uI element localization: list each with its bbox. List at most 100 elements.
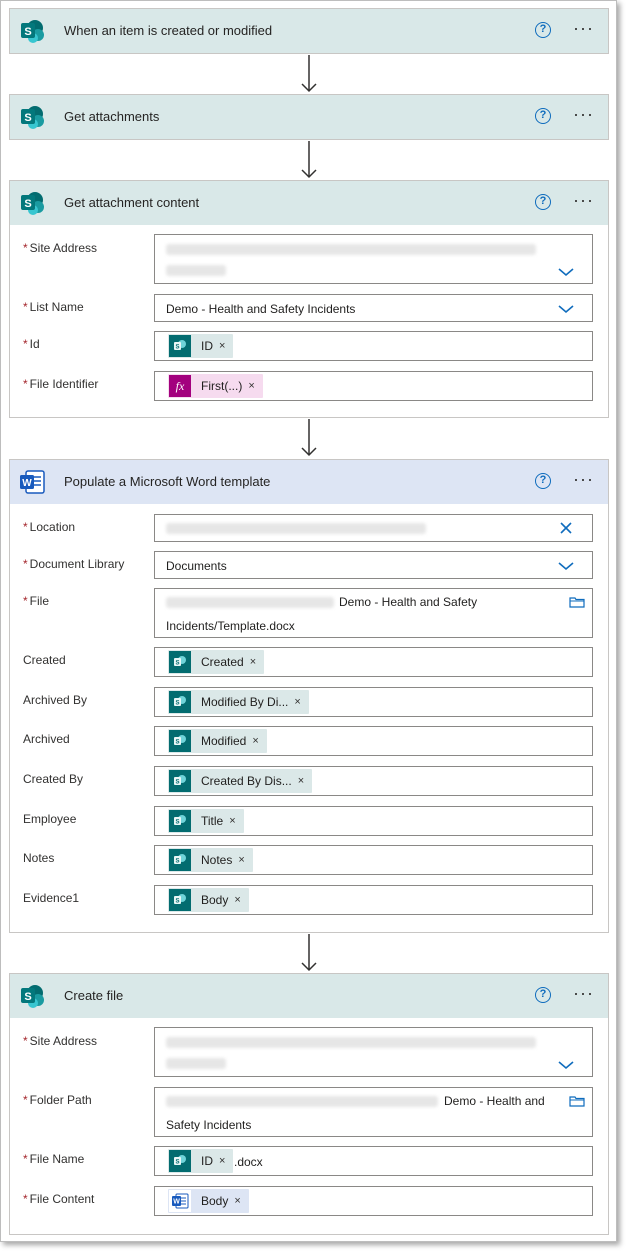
more-options-icon[interactable]: ··· (573, 190, 594, 211)
svg-text:S: S (24, 991, 31, 1003)
dynamic-content-token[interactable]: S ID × (168, 334, 234, 358)
archived-input[interactable]: S Modified × (154, 726, 593, 756)
step-title: Get attachments (64, 109, 160, 124)
folder-path-input[interactable]: Demo - Health and Safety Incidents (154, 1087, 593, 1137)
employee-input[interactable]: S Title × (154, 806, 593, 836)
dynamic-content-token[interactable]: S Notes × (168, 848, 253, 872)
remove-token-icon[interactable]: × (234, 1195, 240, 1207)
id-input[interactable]: S ID × (154, 331, 593, 361)
token-label: Modified (201, 734, 247, 748)
svg-text:S: S (175, 661, 179, 667)
dynamic-content-token[interactable]: S ID × (168, 1149, 234, 1173)
expression-token[interactable]: fx First(...) × (168, 374, 263, 398)
field-label: Notes (23, 851, 55, 865)
created-by-input[interactable]: S Created By Dis... × (154, 766, 593, 796)
notes-input[interactable]: S Notes × (154, 845, 593, 875)
svg-text:S: S (175, 701, 179, 707)
document-library-dropdown[interactable]: Documents (154, 551, 593, 579)
sharepoint-icon: S (21, 20, 44, 43)
sharepoint-icon: S (169, 1150, 191, 1172)
flow-arrow (301, 934, 317, 972)
site-address-dropdown[interactable] (154, 234, 593, 284)
created-input[interactable]: S Created × (154, 647, 593, 677)
step-create-file[interactable]: S Create file ? ··· * Site Address * Folde… (9, 973, 609, 1235)
dynamic-content-token[interactable]: S Created By Dis... × (168, 769, 313, 793)
folder-icon[interactable] (569, 1095, 585, 1107)
remove-token-icon[interactable]: × (238, 854, 244, 866)
step-header[interactable]: S Create file ? ··· (10, 974, 608, 1018)
step-header[interactable]: S Get attachment content ? ··· (10, 181, 608, 225)
step-trigger[interactable]: S When an item is created or modified ? … (9, 8, 609, 54)
field-value: Demo - Health and Safety Incidents (166, 302, 356, 316)
fx-icon: fx (169, 375, 191, 397)
token-label: Body (201, 1194, 229, 1208)
step-get-attachment-content[interactable]: S Get attachment content ? ··· * Site Add… (9, 180, 609, 418)
dynamic-content-token[interactable]: S Created × (168, 650, 265, 674)
step-header[interactable]: S When an item is created or modified ? … (10, 9, 608, 53)
remove-token-icon[interactable]: × (252, 735, 258, 747)
evidence1-input[interactable]: S Body × (154, 885, 593, 915)
token-label: ID (201, 339, 213, 353)
token-label: Title (201, 814, 224, 828)
remove-token-icon[interactable]: × (248, 380, 254, 392)
step-get-attachments[interactable]: S Get attachments ? ··· (9, 94, 609, 140)
remove-token-icon[interactable]: × (234, 894, 240, 906)
help-icon[interactable]: ? (535, 194, 551, 210)
list-name-dropdown[interactable]: Demo - Health and Safety Incidents (154, 294, 593, 322)
flow-arrow (301, 55, 317, 93)
required-mark: * (23, 557, 28, 571)
field-label: Id (29, 337, 40, 351)
file-identifier-input[interactable]: fx First(...) × (154, 371, 593, 401)
required-mark: * (23, 1152, 28, 1166)
dynamic-content-token[interactable]: S Modified By Di... × (168, 690, 309, 714)
sharepoint-icon: S (169, 810, 191, 832)
svg-text:S: S (175, 1160, 179, 1166)
step-header[interactable]: W Populate a Microsoft Word template ? ·… (10, 460, 608, 504)
location-dropdown[interactable] (154, 514, 593, 542)
step-populate-word-template[interactable]: W Populate a Microsoft Word template ? ·… (9, 459, 609, 933)
remove-token-icon[interactable]: × (250, 656, 256, 668)
dynamic-content-token[interactable]: S Title × (168, 809, 244, 833)
remove-token-icon[interactable]: × (229, 815, 235, 827)
dynamic-content-token[interactable]: S Body × (168, 888, 249, 912)
token-label: Notes (201, 853, 233, 867)
file-content-input[interactable]: W Body × (154, 1186, 593, 1216)
help-icon[interactable]: ? (535, 22, 551, 38)
required-mark: * (23, 300, 28, 314)
help-icon[interactable]: ? (535, 108, 551, 124)
field-label: Site Address (29, 241, 98, 255)
dynamic-content-token[interactable]: W Body × (168, 1189, 249, 1213)
svg-text:S: S (24, 112, 31, 124)
chevron-down-icon[interactable] (558, 1060, 574, 1070)
chevron-down-icon[interactable] (558, 561, 574, 571)
chevron-down-icon[interactable] (558, 267, 574, 277)
step-header[interactable]: S Get attachments ? ··· (10, 95, 608, 139)
redacted-text (166, 265, 226, 276)
more-options-icon[interactable]: ··· (573, 983, 594, 1004)
field-label: Archived By (23, 693, 88, 707)
remove-token-icon[interactable]: × (294, 696, 300, 708)
help-icon[interactable]: ? (535, 987, 551, 1003)
more-options-icon[interactable]: ··· (573, 469, 594, 490)
remove-token-icon[interactable]: × (219, 1155, 225, 1167)
field-value: Demo - Health and (444, 1094, 545, 1108)
folder-icon[interactable] (569, 596, 585, 608)
svg-text:S: S (175, 820, 179, 826)
field-label: Archived (23, 732, 70, 746)
sharepoint-icon: S (21, 192, 44, 215)
file-picker-input[interactable]: Demo - Health and Safety Incidents/Templ… (154, 588, 593, 638)
clear-icon[interactable] (560, 522, 572, 534)
token-label: First(...) (201, 379, 243, 393)
help-icon[interactable]: ? (535, 473, 551, 489)
chevron-down-icon[interactable] (558, 304, 574, 314)
file-name-input[interactable]: S ID × .docx (154, 1146, 593, 1176)
site-address-dropdown[interactable] (154, 1027, 593, 1077)
remove-token-icon[interactable]: × (298, 775, 304, 787)
dynamic-content-token[interactable]: S Modified × (168, 729, 267, 753)
sharepoint-icon: S (169, 691, 191, 713)
more-options-icon[interactable]: ··· (573, 18, 594, 39)
archived-by-input[interactable]: S Modified By Di... × (154, 687, 593, 717)
required-mark: * (23, 594, 28, 608)
remove-token-icon[interactable]: × (219, 340, 225, 352)
more-options-icon[interactable]: ··· (573, 104, 594, 125)
